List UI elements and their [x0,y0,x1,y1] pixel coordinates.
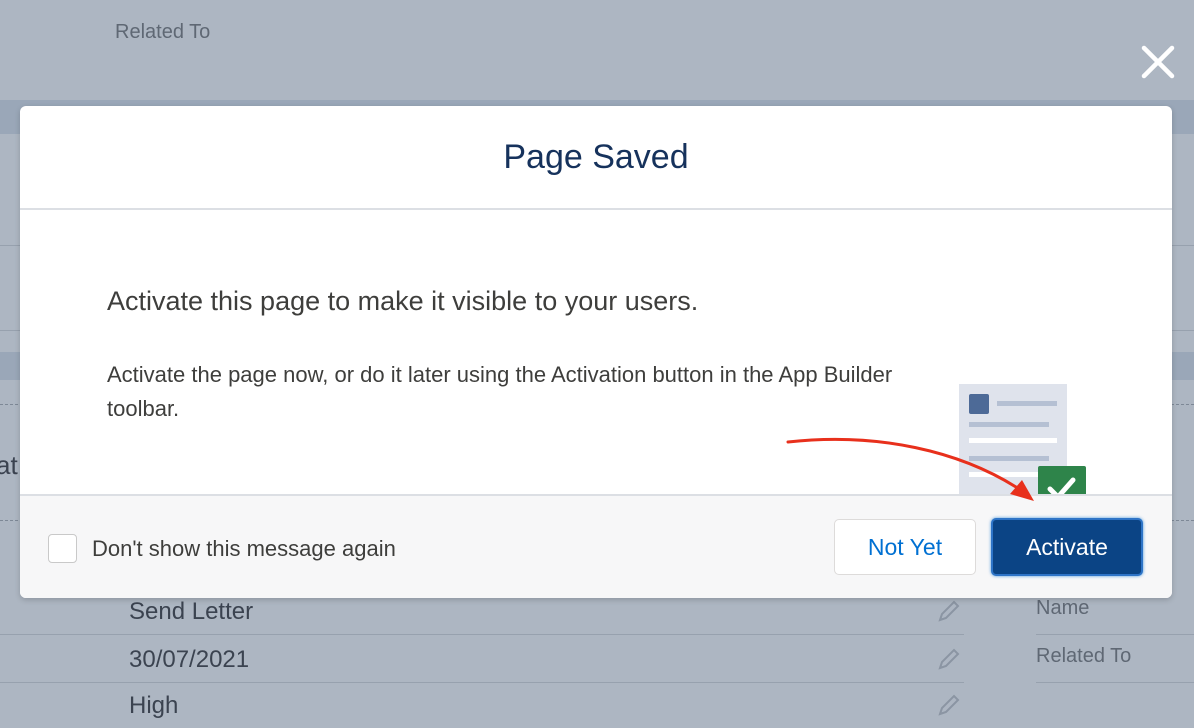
pencil-edit-icon [938,648,960,670]
pencil-edit-icon [938,694,960,716]
background-divider [0,634,964,635]
background-field-date: 30/07/2021 [129,646,250,673]
activate-button[interactable]: Activate [991,518,1143,576]
close-icon[interactable] [1138,42,1178,82]
modal-footer: Don't show this message again Not Yet Ac… [20,494,1172,598]
dont-show-again-label[interactable]: Don't show this message again [92,536,396,562]
background-field-subject: Send Letter [129,598,254,625]
modal-title: Page Saved [503,137,689,176]
background-header [0,0,1194,100]
page-saved-modal: Page Saved Activate this page to make it… [20,106,1172,598]
background-divider [1036,682,1194,683]
background-field-priority: High [129,692,179,719]
modal-headline: Activate this page to make it visible to… [107,286,699,316]
pencil-edit-icon [938,600,960,622]
background-divider [0,682,964,683]
background-name-label: Name [1036,597,1090,619]
background-partial-text: at [0,450,18,480]
modal-body: Activate this page to make it visible to… [20,210,1172,512]
background-divider [1036,634,1194,635]
modal-description: Activate the page now, or do it later us… [107,362,893,421]
dont-show-again-checkbox[interactable] [48,534,77,563]
modal-header: Page Saved [20,106,1172,210]
background-related-to-label: Related To [115,21,211,43]
background-related-to-label: Related To [1036,645,1132,667]
not-yet-button[interactable]: Not Yet [834,519,976,575]
page-activated-illustration [959,384,1086,512]
